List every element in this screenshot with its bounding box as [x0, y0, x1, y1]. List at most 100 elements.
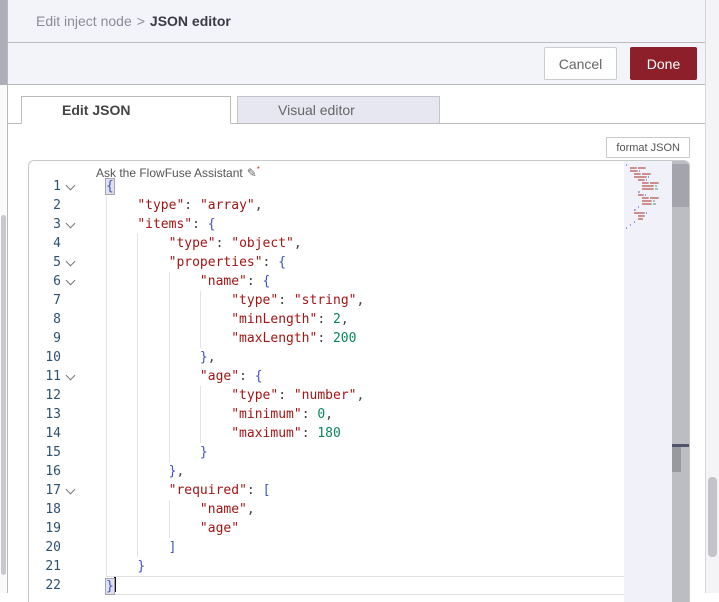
gutter-row: 3	[29, 215, 106, 234]
gutter-row: 21	[29, 557, 106, 576]
code-line[interactable]: "maximum": 180	[106, 424, 624, 443]
minimap-line	[626, 197, 672, 199]
line-number: 10	[45, 350, 61, 365]
line-number: 8	[53, 312, 61, 327]
page-title: JSON editor	[149, 13, 231, 29]
editor-scrollbar-thumb[interactable]	[672, 164, 689, 207]
code-line[interactable]: },	[106, 462, 624, 481]
gutter-row: 22	[29, 576, 106, 595]
breadcrumb-separator: >	[136, 13, 145, 29]
page-scrollbar-thumb[interactable]	[708, 477, 717, 557]
line-number: 21	[45, 559, 61, 574]
page-scrollbar[interactable]	[705, 0, 719, 593]
gutter-row: 20	[29, 538, 106, 557]
assistant-sparkle-icon: *	[256, 165, 260, 174]
gutter-row: 6	[29, 272, 106, 291]
code-line[interactable]: "properties": {	[106, 253, 624, 272]
editor-scrollbar[interactable]	[672, 161, 689, 602]
code-line[interactable]: ]	[106, 538, 624, 557]
gutter-row: 7	[29, 291, 106, 310]
workspace-edge-header	[0, 0, 7, 85]
gutter-row: 14	[29, 424, 106, 443]
gutter-row: 4	[29, 234, 106, 253]
code-line[interactable]: "required": [	[106, 481, 624, 500]
line-number: 7	[53, 293, 61, 308]
fold-chevron-icon[interactable]	[65, 484, 76, 495]
code-line[interactable]: }	[106, 557, 624, 576]
line-number: 19	[45, 521, 61, 536]
minimap-line	[626, 224, 672, 226]
gutter-row: 1	[29, 177, 106, 196]
minimap[interactable]	[624, 161, 672, 602]
code-line[interactable]: "minimum": 0,	[106, 405, 624, 424]
code-line[interactable]: }	[106, 443, 624, 462]
line-number: 6	[53, 274, 61, 289]
code-line[interactable]: "age": {	[106, 367, 624, 386]
code-line[interactable]: "name",	[106, 500, 624, 519]
code-line[interactable]: {	[105, 177, 624, 196]
minimap-line	[626, 203, 672, 205]
assistant-placeholder[interactable]: Ask the FlowFuse Assistant ✎*	[96, 162, 260, 180]
code-line[interactable]: "type": "string",	[106, 291, 624, 310]
format-json-button[interactable]: format JSON	[606, 137, 690, 158]
code-line[interactable]: "name": {	[106, 272, 624, 291]
editor-code-area[interactable]: { "type": "array", "items": { "type": "o…	[105, 177, 624, 595]
code-line[interactable]: "items": {	[106, 215, 624, 234]
line-number: 13	[45, 407, 61, 422]
code-line[interactable]: },	[106, 348, 624, 367]
line-number: 18	[45, 502, 61, 517]
editor-gutter: 1 2 3 4 5 6 7 8 9 10 11 12 13 14 15 16 17 18 19 20 21 22	[29, 177, 106, 595]
gutter-row: 13	[29, 405, 106, 424]
json-editor-dialog: Edit inject node > JSON editor Cancel Done…	[8, 0, 705, 602]
tab-edit-json[interactable]: Edit JSON	[21, 96, 231, 124]
minimap-content	[626, 164, 672, 230]
gutter-row: 16	[29, 462, 106, 481]
code-line[interactable]: "type": "number",	[106, 386, 624, 405]
line-number: 15	[45, 445, 61, 460]
done-button[interactable]: Done	[630, 47, 697, 80]
fold-chevron-icon[interactable]	[65, 218, 76, 229]
gutter-row: 10	[29, 348, 106, 367]
gutter-row: 11	[29, 367, 106, 386]
minimap-line	[626, 209, 672, 211]
fold-chevron-icon[interactable]	[65, 256, 76, 267]
code-line[interactable]: "minLength": 2,	[106, 310, 624, 329]
code-line[interactable]: "maxLength": 200	[106, 329, 624, 348]
minimap-line	[626, 227, 672, 229]
line-number: 11	[45, 369, 61, 384]
line-number: 20	[45, 540, 61, 555]
fold-chevron-icon[interactable]	[65, 180, 76, 191]
fold-chevron-icon[interactable]	[65, 275, 76, 286]
overview-decoration	[672, 447, 681, 472]
minimap-line	[626, 185, 672, 187]
minimap-line	[626, 176, 672, 178]
minimap-line	[626, 206, 672, 208]
gutter-row: 8	[29, 310, 106, 329]
code-line[interactable]: "age"	[106, 519, 624, 538]
line-number: 22	[45, 578, 61, 593]
minimap-line	[626, 182, 672, 184]
minimap-line	[626, 191, 672, 193]
text-cursor	[113, 577, 116, 592]
line-number: 5	[53, 255, 61, 270]
matched-bracket: }	[105, 578, 115, 595]
gutter-row: 5	[29, 253, 106, 272]
minimap-line	[626, 179, 672, 181]
cancel-button[interactable]: Cancel	[544, 47, 617, 80]
code-line[interactable]: "type": "array",	[106, 196, 624, 215]
minimap-line	[626, 173, 672, 175]
minimap-line	[626, 218, 672, 220]
workspace-scrollbar-thumb[interactable]	[1, 215, 6, 575]
gutter-row: 19	[29, 519, 106, 538]
code-line[interactable]: "type": "object",	[106, 234, 624, 253]
line-number: 14	[45, 426, 61, 441]
gutter-row: 12	[29, 386, 106, 405]
breadcrumb-parent-link[interactable]: Edit inject node	[36, 13, 132, 29]
line-number: 3	[53, 217, 61, 232]
code-line[interactable]: }	[105, 576, 624, 595]
tab-visual-editor[interactable]: Visual editor	[237, 96, 440, 123]
gutter-row: 17	[29, 481, 106, 500]
fold-chevron-icon[interactable]	[65, 370, 76, 381]
code-editor[interactable]: Ask the FlowFuse Assistant ✎* 1 2 3 4 5 6 7 8 9 10…	[28, 160, 690, 602]
minimap-line	[626, 212, 672, 214]
